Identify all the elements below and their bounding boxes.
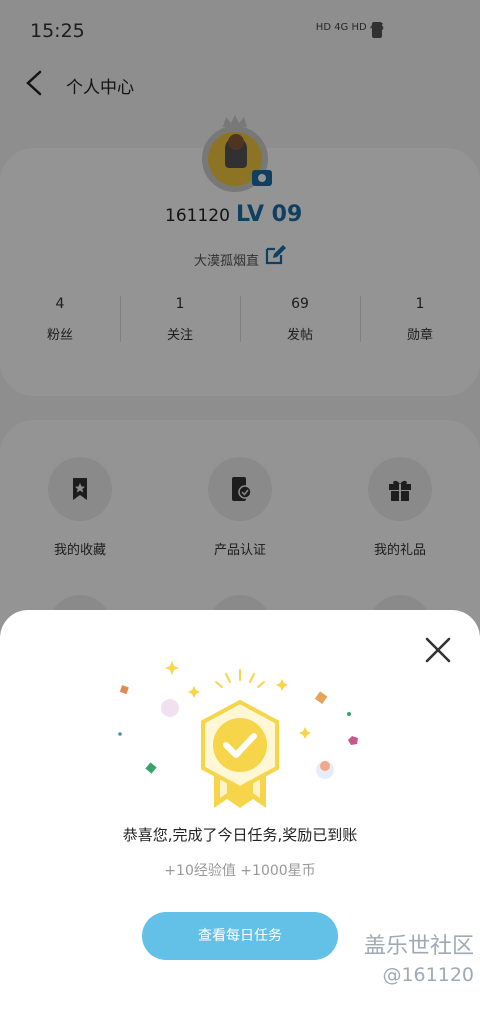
view-daily-tasks-button[interactable]: 查看每日任务 xyxy=(142,912,338,960)
watermark-title: 盖乐世社区 xyxy=(363,934,474,959)
congrats-message: 恭喜您,完成了今日任务,奖励已到账 xyxy=(122,826,358,844)
reward-text: +10经验值 +1000星币 xyxy=(164,863,316,879)
close-icon[interactable] xyxy=(424,636,452,664)
watermark-handle: @161120 xyxy=(382,964,474,986)
watermark: 盖乐世社区 @161120 xyxy=(344,928,474,986)
